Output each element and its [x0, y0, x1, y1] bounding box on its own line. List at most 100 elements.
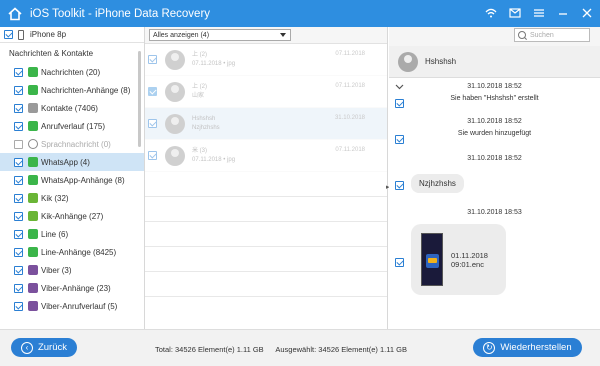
search-icon [518, 31, 526, 39]
footer-bar: ‹ Zurück Total: 34526 Element(e) 1.11 GB… [0, 329, 600, 366]
row-checkbox[interactable] [148, 119, 157, 128]
category-list: Nachrichten (20) Nachrichten-Anhänge (8) K… [0, 63, 144, 315]
list-item[interactable]: 上 (2) 07.11.2018 • jpg 07.11.2018 [145, 44, 387, 76]
avatar [165, 81, 185, 102]
sidebar-item[interactable]: Viber-Anrufverlauf (5) [0, 297, 144, 315]
sidebar-item-label: Kontakte (7406) [41, 103, 98, 113]
home-icon[interactable] [8, 6, 22, 21]
avatar [398, 51, 418, 72]
message-checkbox[interactable] [395, 181, 404, 190]
media-bubble[interactable]: 01.11.2018 09:01.enc [411, 224, 506, 295]
sidebar-item-label: Nachrichten (20) [41, 67, 101, 77]
media-date: 01.11.2018 [451, 250, 488, 260]
image-thumbnail[interactable] [421, 233, 443, 286]
menu-icon[interactable] [532, 6, 546, 20]
search-placeholder: Suchen [530, 31, 554, 39]
category-checkbox[interactable] [14, 139, 23, 149]
message-icon [28, 67, 38, 77]
row-subtitle: 07.11.2018 • jpg [192, 156, 236, 163]
sidebar-item[interactable]: WhatsApp (4) [0, 153, 144, 171]
row-text: Hshshsh Nzjhzhshs [192, 115, 220, 133]
window-title: iOS Toolkit - iPhone Data Recovery [30, 7, 211, 20]
filter-value: Alles anzeigen (4) [153, 31, 210, 39]
sidebar-item[interactable]: Line-Anhänge (8425) [0, 243, 144, 261]
minimize-icon[interactable] [556, 6, 570, 20]
row-subtitle: Nzjhzhshs [192, 124, 220, 131]
sidebar-item[interactable]: Nachrichten (20) [0, 63, 144, 81]
line-icon [28, 247, 38, 257]
category-checkbox[interactable] [14, 193, 23, 203]
title-bar: iOS Toolkit - iPhone Data Recovery [0, 0, 600, 27]
sidebar-item[interactable]: WhatsApp-Anhänge (8) [0, 171, 144, 189]
message-checkbox[interactable] [395, 258, 404, 267]
empty-row [145, 172, 387, 197]
device-name: iPhone 8p [30, 30, 67, 39]
device-checkbox[interactable] [4, 30, 13, 39]
sidebar-item-label: Anrufverlauf (175) [41, 121, 106, 131]
category-checkbox[interactable] [14, 265, 23, 275]
category-checkbox[interactable] [14, 247, 23, 257]
search-input[interactable]: Suchen [514, 28, 590, 42]
avatar [165, 145, 185, 166]
category-checkbox[interactable] [14, 175, 23, 185]
list-item[interactable]: 上 (2) 山家 07.11.2018 [145, 76, 387, 108]
sidebar-item-label: Sprachnachricht (0) [41, 139, 111, 149]
category-checkbox[interactable] [14, 229, 23, 239]
row-title: 米 (3) [192, 147, 208, 154]
sidebar-scrollbar[interactable] [138, 51, 141, 147]
sidebar-item[interactable]: Kontakte (7406) [0, 99, 144, 117]
category-checkbox[interactable] [14, 85, 23, 95]
row-date: 07.11.2018 [335, 83, 365, 89]
category-checkbox[interactable] [14, 103, 23, 113]
sidebar-item[interactable]: Kik-Anhänge (27) [0, 207, 144, 225]
row-text: 上 (2) 山家 [192, 83, 207, 101]
list-item[interactable]: Hshshsh Nzjhzhshs 31.10.2018 [145, 108, 387, 140]
sidebar-item[interactable]: Nachrichten-Anhänge (8) [0, 81, 144, 99]
empty-row [145, 247, 387, 272]
message-icon[interactable] [508, 6, 522, 20]
timestamp: 31.10.2018 18:52 [467, 118, 522, 125]
row-subtitle: 山家 [192, 92, 205, 99]
totals-text: Total: 34526 Element(e) 1.11 GB Ausgewäh… [155, 345, 417, 354]
device-row[interactable]: iPhone 8p [0, 27, 144, 43]
category-checkbox[interactable] [14, 301, 23, 311]
sidebar-item[interactable]: Line (6) [0, 225, 144, 243]
row-checkbox[interactable] [148, 55, 157, 64]
sidebar-item-label: Kik (32) [41, 193, 69, 203]
row-title: 上 (2) [192, 51, 208, 58]
selected-count: Ausgewählt: 34526 Element(e) 1.11 GB [275, 345, 407, 354]
system-message: Sie haben "Hshshsh" erstellt [450, 95, 539, 102]
restore-icon: ↻ [483, 341, 496, 354]
row-checkbox[interactable] [148, 151, 157, 160]
sidebar-item[interactable]: Sprachnachricht (0) [0, 135, 144, 153]
sidebar-item[interactable]: Anrufverlauf (175) [0, 117, 144, 135]
timestamp: 31.10.2018 18:52 [467, 83, 522, 90]
category-checkbox[interactable] [14, 121, 23, 131]
sidebar-item-label: Nachrichten-Anhänge (8) [41, 85, 131, 95]
row-checkbox[interactable] [148, 87, 157, 96]
category-checkbox[interactable] [14, 283, 23, 293]
list-item[interactable]: 米 (3) 07.11.2018 • jpg 07.11.2018 [145, 140, 387, 172]
back-button[interactable]: ‹ Zurück [11, 338, 77, 357]
wifi-icon[interactable] [484, 6, 498, 20]
category-checkbox[interactable] [14, 211, 23, 221]
row-text: 米 (3) 07.11.2018 • jpg [192, 147, 235, 165]
row-subtitle: 07.11.2018 • jpg [192, 60, 236, 67]
row-date: 07.11.2018 [335, 147, 365, 153]
category-checkbox[interactable] [14, 157, 23, 167]
empty-row [145, 272, 387, 297]
close-icon[interactable] [580, 6, 594, 20]
sidebar-item[interactable]: Viber (3) [0, 261, 144, 279]
restore-button[interactable]: ↻ Wiederherstellen [473, 338, 582, 357]
contacts-icon [28, 103, 38, 113]
kik-icon [28, 211, 38, 221]
sidebar-item[interactable]: Kik (32) [0, 189, 144, 207]
conversation-header: Hshshsh [389, 46, 600, 78]
category-checkbox[interactable] [14, 67, 23, 77]
avatar [165, 49, 185, 70]
back-label: Zurück [37, 342, 68, 353]
viber-icon [28, 265, 38, 275]
filter-dropdown[interactable]: Alles anzeigen (4) [149, 29, 291, 41]
sidebar-item[interactable]: Viber-Anhänge (23) [0, 279, 144, 297]
phone-icon [28, 121, 38, 131]
